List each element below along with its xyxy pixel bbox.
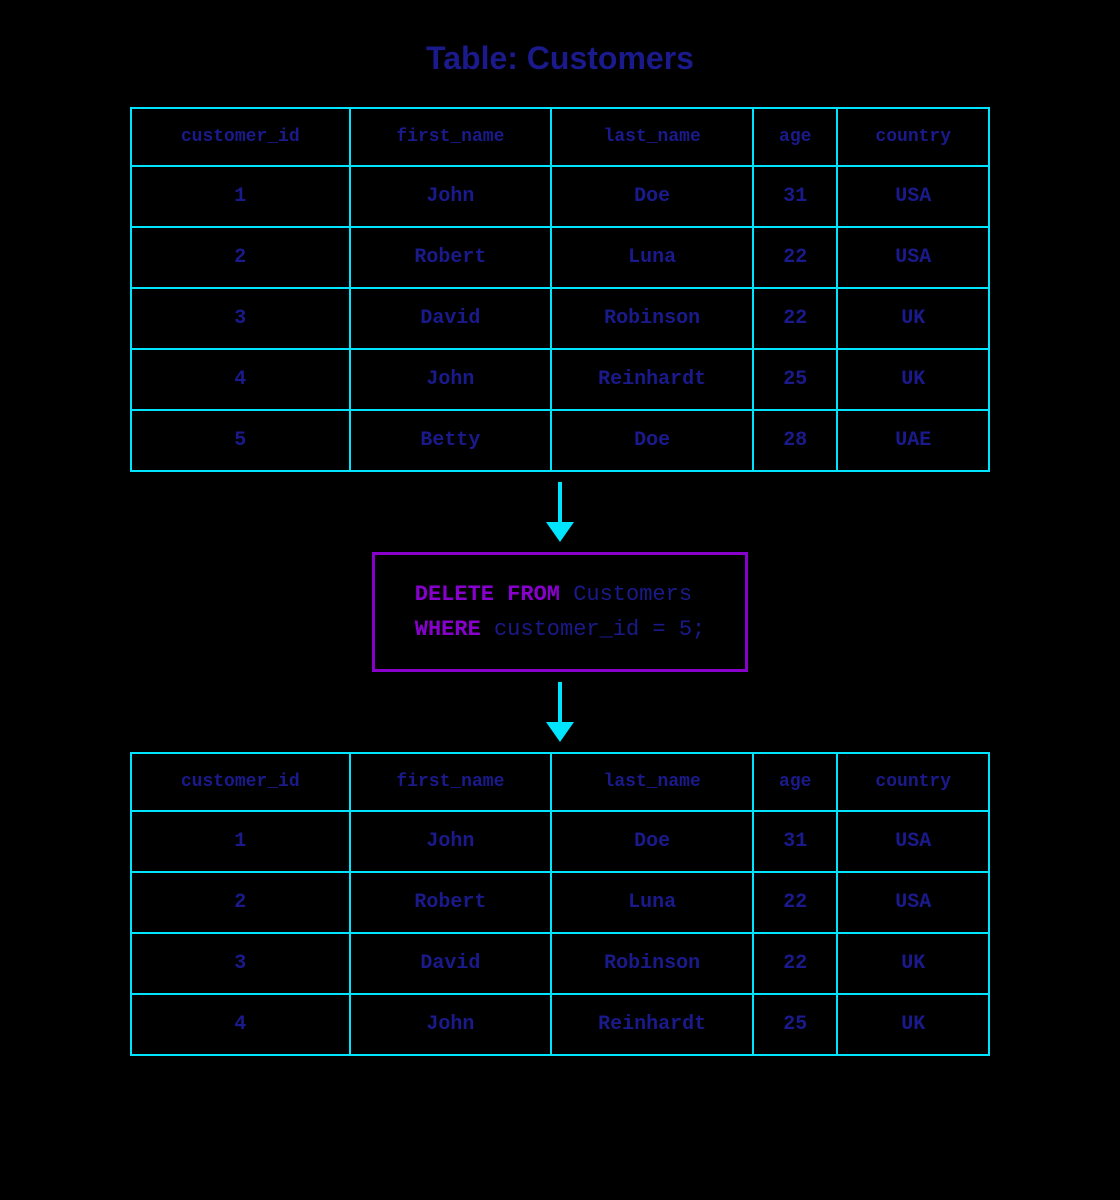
table-cell: Doe bbox=[551, 811, 753, 872]
table-cell: UAE bbox=[837, 410, 989, 471]
col-header-first-name-2: first_name bbox=[350, 753, 552, 811]
col-header-customer-id: customer_id bbox=[131, 108, 350, 166]
table-cell: 2 bbox=[131, 227, 350, 288]
table-row: 5BettyDoe28UAE bbox=[131, 410, 989, 471]
table-cell: Reinhardt bbox=[551, 994, 753, 1055]
col-header-age: age bbox=[753, 108, 837, 166]
table-row: 4JohnReinhardt25UK bbox=[131, 349, 989, 410]
table-cell: USA bbox=[837, 811, 989, 872]
table-cell: John bbox=[350, 994, 552, 1055]
table-cell: 22 bbox=[753, 288, 837, 349]
table-cell: Doe bbox=[551, 410, 753, 471]
table-cell: David bbox=[350, 288, 552, 349]
table-cell: Doe bbox=[551, 166, 753, 227]
col-header-country-2: country bbox=[837, 753, 989, 811]
table-cell: Robinson bbox=[551, 288, 753, 349]
table-cell: 25 bbox=[753, 994, 837, 1055]
table-cell: 31 bbox=[753, 811, 837, 872]
table-cell: UK bbox=[837, 349, 989, 410]
table-cell: Luna bbox=[551, 872, 753, 933]
table-cell: John bbox=[350, 349, 552, 410]
table-cell: Robert bbox=[350, 227, 552, 288]
sql-line-2: WHERE customer_id = 5; bbox=[415, 612, 705, 647]
sql-keyword-where: WHERE bbox=[415, 617, 481, 642]
table-cell: David bbox=[350, 933, 552, 994]
table-cell: 4 bbox=[131, 994, 350, 1055]
table-cell: Robert bbox=[350, 872, 552, 933]
arrow-down-2 bbox=[546, 682, 574, 742]
table-row: 2RobertLuna22USA bbox=[131, 872, 989, 933]
table-before-header-row: customer_id first_name last_name age cou… bbox=[131, 108, 989, 166]
col-header-age-2: age bbox=[753, 753, 837, 811]
table-cell: 4 bbox=[131, 349, 350, 410]
table-cell: Betty bbox=[350, 410, 552, 471]
table-cell: Reinhardt bbox=[551, 349, 753, 410]
arrow-line-2 bbox=[558, 682, 562, 722]
table-cell: 1 bbox=[131, 166, 350, 227]
sql-query-box: DELETE FROM Customers WHERE customer_id … bbox=[372, 552, 748, 672]
arrow-head-2 bbox=[546, 722, 574, 742]
table-cell: USA bbox=[837, 872, 989, 933]
col-header-last-name-2: last_name bbox=[551, 753, 753, 811]
table-row: 4JohnReinhardt25UK bbox=[131, 994, 989, 1055]
table-cell: John bbox=[350, 811, 552, 872]
sql-line-1: DELETE FROM Customers bbox=[415, 577, 705, 612]
col-header-last-name: last_name bbox=[551, 108, 753, 166]
table-cell: 1 bbox=[131, 811, 350, 872]
table-cell: 3 bbox=[131, 933, 350, 994]
page-title: Table: Customers bbox=[426, 40, 694, 77]
col-header-first-name: first_name bbox=[350, 108, 552, 166]
arrow-down-1 bbox=[546, 482, 574, 542]
sql-condition: customer_id = 5; bbox=[481, 617, 705, 642]
table-cell: Luna bbox=[551, 227, 753, 288]
table-cell: USA bbox=[837, 227, 989, 288]
page-container: Table: Customers customer_id first_name … bbox=[0, 0, 1120, 1200]
table-after: customer_id first_name last_name age cou… bbox=[130, 752, 990, 1056]
table-cell: 22 bbox=[753, 227, 837, 288]
table-cell: UK bbox=[837, 288, 989, 349]
table-cell: USA bbox=[837, 166, 989, 227]
sql-table-name: Customers bbox=[560, 582, 692, 607]
table-cell: UK bbox=[837, 994, 989, 1055]
table-row: 3DavidRobinson22UK bbox=[131, 288, 989, 349]
col-header-country: country bbox=[837, 108, 989, 166]
table-cell: 25 bbox=[753, 349, 837, 410]
table-cell: 2 bbox=[131, 872, 350, 933]
table-row: 1JohnDoe31USA bbox=[131, 166, 989, 227]
table-row: 1JohnDoe31USA bbox=[131, 811, 989, 872]
table-cell: 31 bbox=[753, 166, 837, 227]
table-cell: 28 bbox=[753, 410, 837, 471]
table-cell: John bbox=[350, 166, 552, 227]
table-cell: Robinson bbox=[551, 933, 753, 994]
sql-keyword-delete: DELETE FROM bbox=[415, 582, 560, 607]
table-cell: 22 bbox=[753, 933, 837, 994]
table-row: 3DavidRobinson22UK bbox=[131, 933, 989, 994]
table-row: 2RobertLuna22USA bbox=[131, 227, 989, 288]
table-cell: 5 bbox=[131, 410, 350, 471]
arrow-line-1 bbox=[558, 482, 562, 522]
col-header-customer-id-2: customer_id bbox=[131, 753, 350, 811]
table-cell: UK bbox=[837, 933, 989, 994]
table-before: customer_id first_name last_name age cou… bbox=[130, 107, 990, 472]
arrow-head-1 bbox=[546, 522, 574, 542]
table-after-header-row: customer_id first_name last_name age cou… bbox=[131, 753, 989, 811]
table-cell: 3 bbox=[131, 288, 350, 349]
table-cell: 22 bbox=[753, 872, 837, 933]
